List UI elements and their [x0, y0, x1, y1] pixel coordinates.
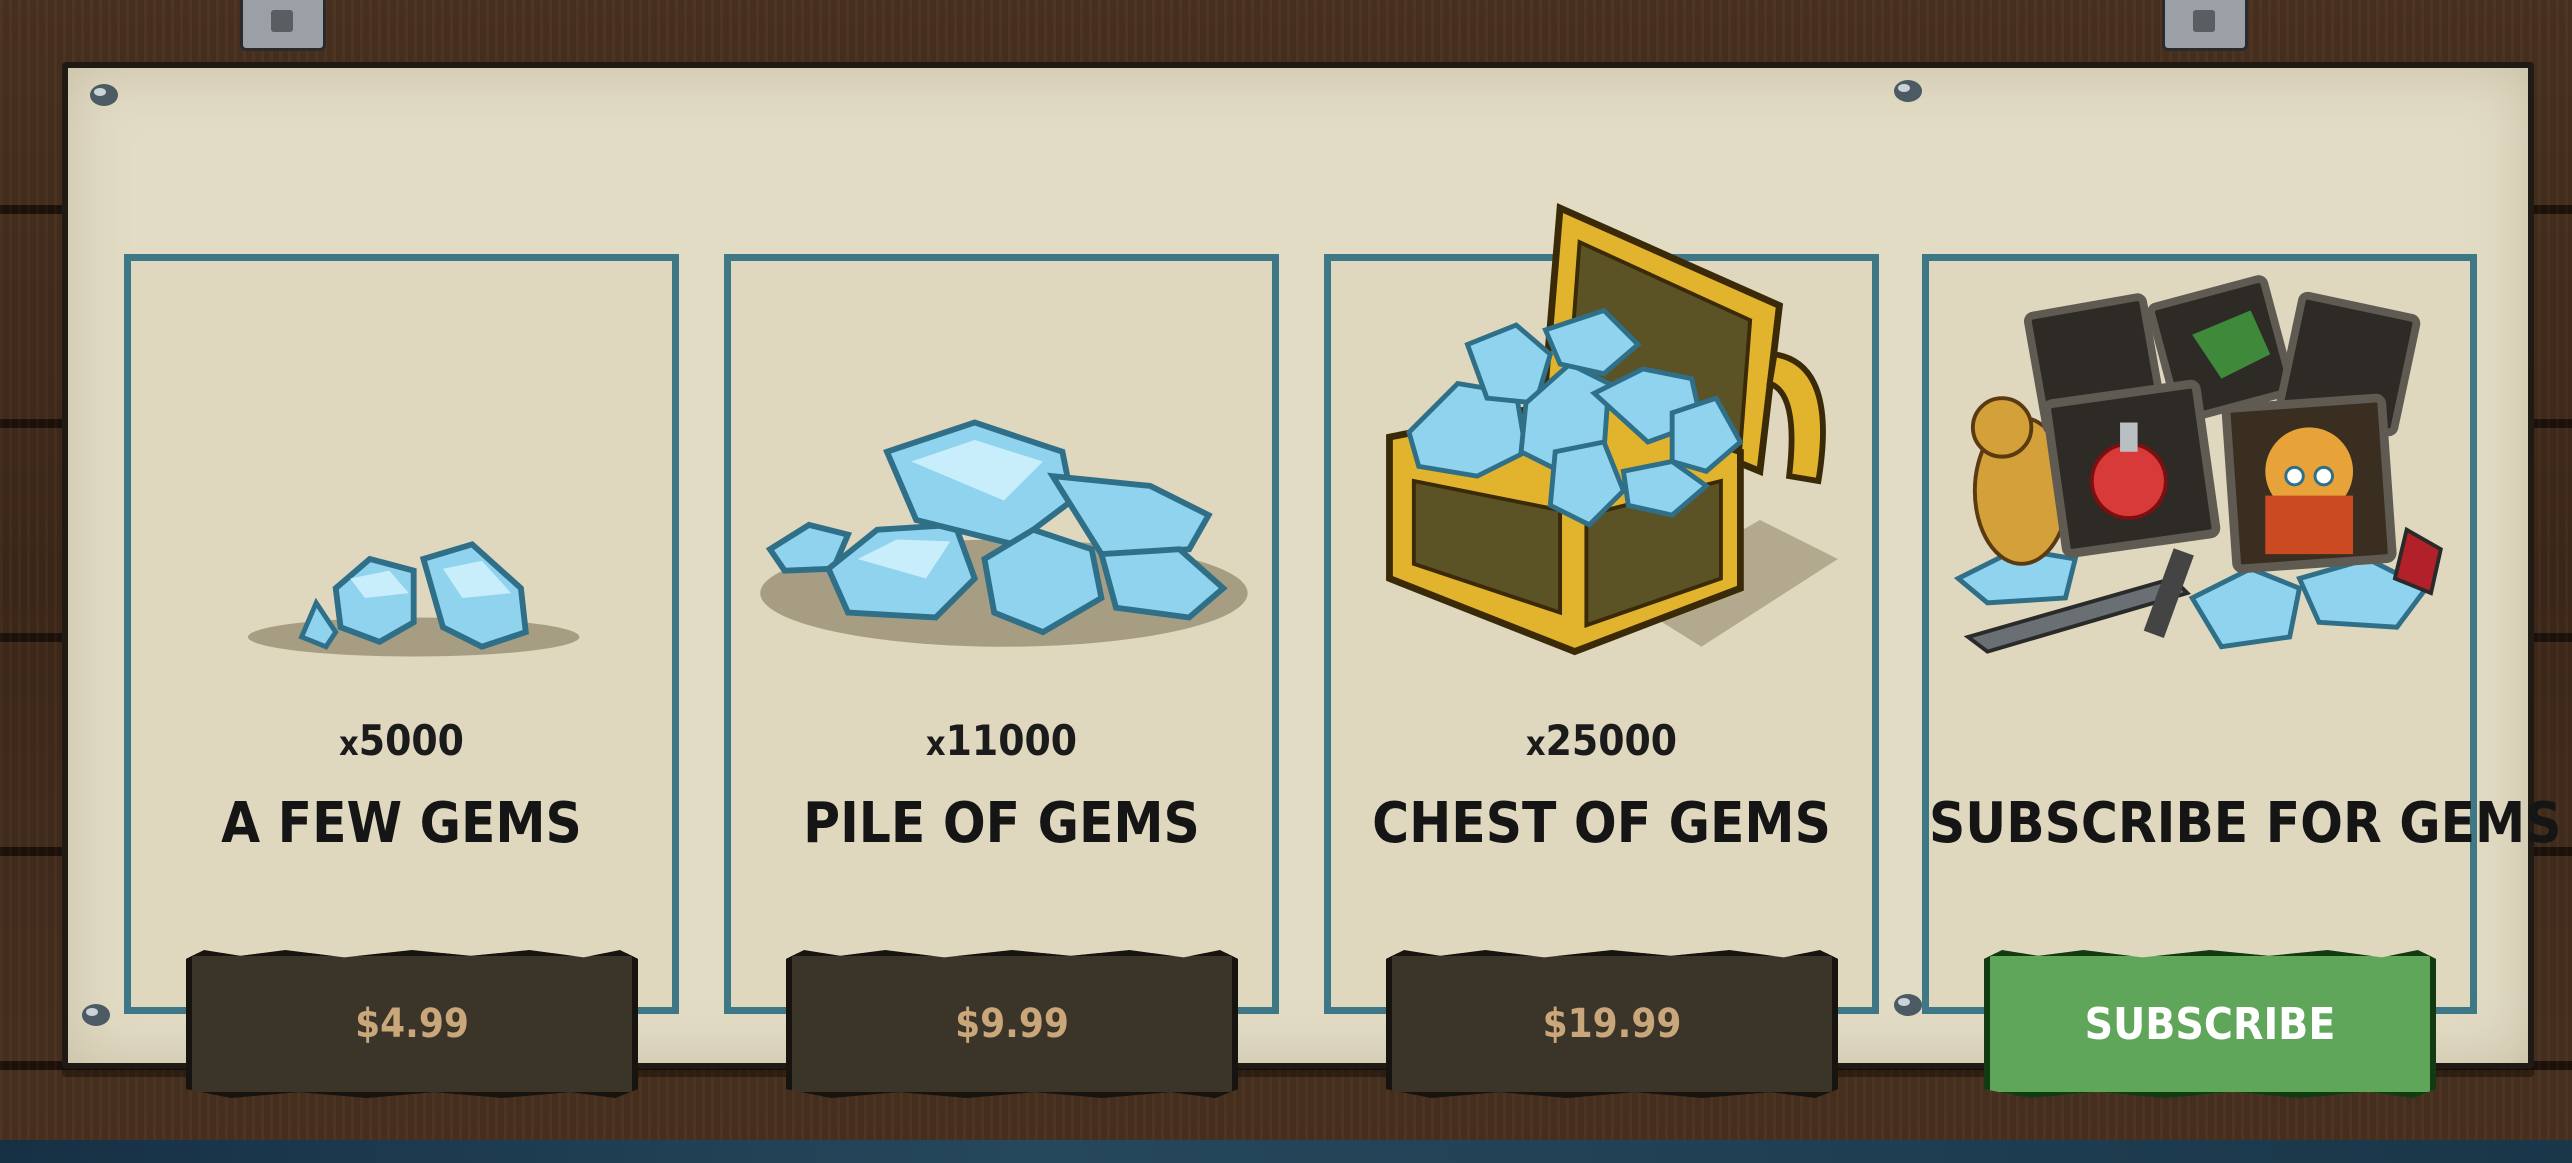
product-card-pile-of-gems[interactable]: x11000 PILE OF GEMS	[724, 254, 1279, 1014]
product-title: SUBSCRIBE FOR GEMS	[1929, 791, 2562, 856]
nail-icon	[90, 84, 118, 106]
product-title: PILE OF GEMS	[803, 791, 1200, 856]
small-gems-icon	[131, 261, 672, 701]
buy-chest-of-gems-button[interactable]: $19.99	[1386, 950, 1838, 1098]
product-card-subscribe[interactable]: SUBSCRIBE FOR GEMS	[1922, 254, 2562, 1014]
subscribe-button[interactable]: SUBSCRIBE	[1984, 950, 2436, 1098]
product-card-few-gems[interactable]: x5000 A FEW GEMS	[124, 254, 679, 1014]
product-title: A FEW GEMS	[221, 791, 582, 856]
nail-icon	[82, 1004, 110, 1026]
buy-few-gems-button[interactable]: $4.99	[186, 950, 638, 1098]
bottom-strip	[0, 1140, 2572, 1163]
product-title: CHEST OF GEMS	[1372, 791, 1831, 856]
gem-pile-icon	[731, 261, 1272, 701]
gem-quantity: x11000	[925, 716, 1078, 765]
treasure-chest-icon	[1331, 202, 1872, 701]
metal-clip-right	[2162, 0, 2248, 51]
gem-quantity: x25000	[1525, 716, 1678, 765]
product-card-chest-of-gems[interactable]: x25000 CHEST OF GEMS	[1324, 202, 1879, 1014]
buy-pile-of-gems-button[interactable]: $9.99	[786, 950, 1238, 1098]
nail-icon	[1894, 80, 1922, 102]
metal-clip-left	[240, 0, 326, 51]
subscription-items-icon	[1929, 261, 2470, 701]
gem-shop-panel: x5000 A FEW GEMS $4.99 x11000 PILE OF GE…	[62, 62, 2562, 1098]
gem-quantity: x5000	[339, 716, 464, 765]
